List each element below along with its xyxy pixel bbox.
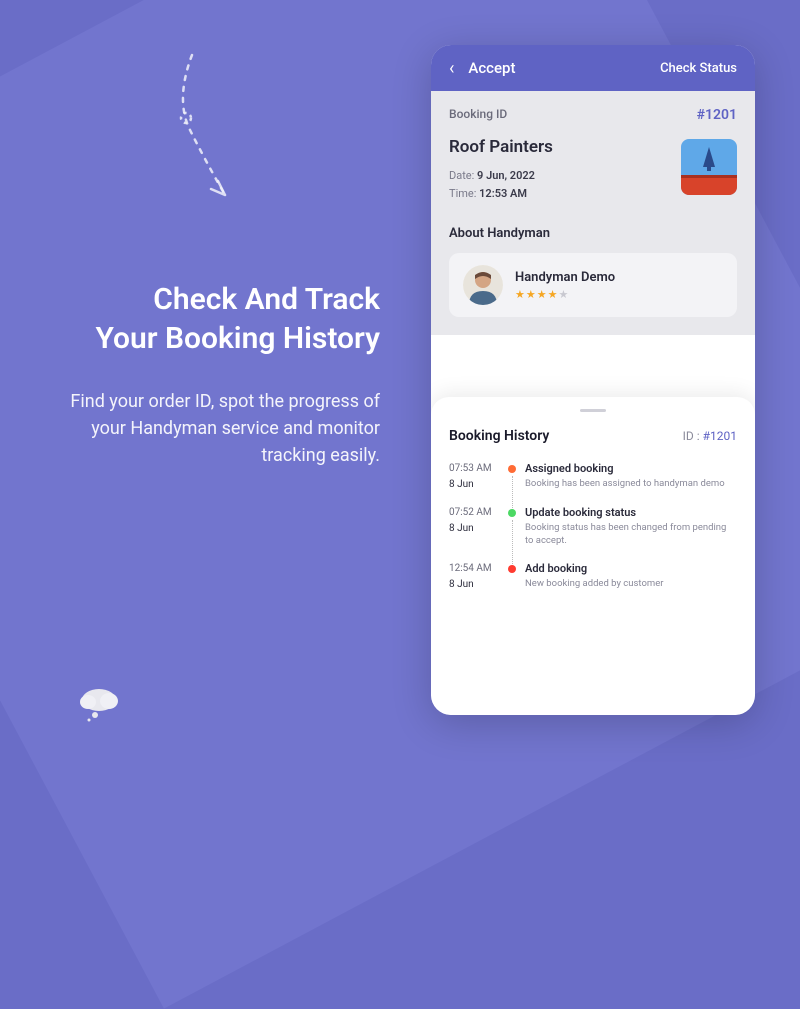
timeline-event-title: Update booking status	[525, 506, 737, 519]
timeline-marker	[499, 562, 525, 592]
timeline-timestamp: 07:52 AM8 Jun	[449, 506, 499, 548]
timeline-marker	[499, 506, 525, 548]
hero-subtext: Find your order ID, spot the progress of…	[50, 388, 380, 469]
sheet-title: Booking History	[449, 428, 549, 444]
timeline-event-title: Assigned booking	[525, 462, 737, 475]
timeline-event-desc: New booking added by customer	[525, 577, 737, 590]
timeline-item: 12:54 AM8 Jun Add booking New booking adde…	[449, 562, 737, 592]
avatar	[463, 265, 503, 305]
back-icon[interactable]: ‹	[449, 58, 454, 79]
timeline: 07:53 AM8 Jun Assigned booking Booking has…	[449, 462, 737, 592]
timeline-event-desc: Booking status has been changed from pen…	[525, 521, 737, 548]
decorative-arrow	[170, 50, 260, 224]
timeline-item: 07:53 AM8 Jun Assigned booking Booking has…	[449, 462, 737, 492]
timeline-timestamp: 07:53 AM8 Jun	[449, 462, 499, 492]
timeline-marker	[499, 462, 525, 492]
booking-id-label: Booking ID	[449, 107, 507, 123]
sheet-id: ID : #1201	[683, 429, 737, 443]
timeline-item: 07:52 AM8 Jun Update booking status Bookin…	[449, 506, 737, 548]
handyman-name: Handyman Demo	[515, 270, 615, 285]
service-thumbnail	[681, 139, 737, 195]
hero-heading: Check And Track Your Booking History	[50, 280, 380, 358]
timeline-event-desc: Booking has been assigned to handyman de…	[525, 477, 737, 490]
booking-detail-panel: Booking ID #1201 Roof Painters Date: 9 J…	[431, 91, 755, 335]
handyman-card[interactable]: Handyman Demo ★★★★★	[449, 253, 737, 317]
phone-mockup: ‹ Accept Check Status Booking ID #1201 R…	[431, 45, 755, 715]
timeline-timestamp: 12:54 AM8 Jun	[449, 562, 499, 592]
header-title: Accept	[468, 59, 660, 77]
check-status-button[interactable]: Check Status	[660, 61, 737, 76]
about-heading: About Handyman	[449, 226, 737, 241]
timeline-event-title: Add booking	[525, 562, 737, 575]
cloud-icon	[75, 682, 123, 726]
app-header: ‹ Accept Check Status	[431, 45, 755, 91]
rating-stars: ★★★★★	[515, 288, 615, 301]
sheet-handle[interactable]	[580, 409, 606, 412]
booking-id-value: #1201	[697, 107, 737, 123]
booking-history-sheet: Booking History ID : #1201 07:53 AM8 Jun…	[431, 397, 755, 715]
